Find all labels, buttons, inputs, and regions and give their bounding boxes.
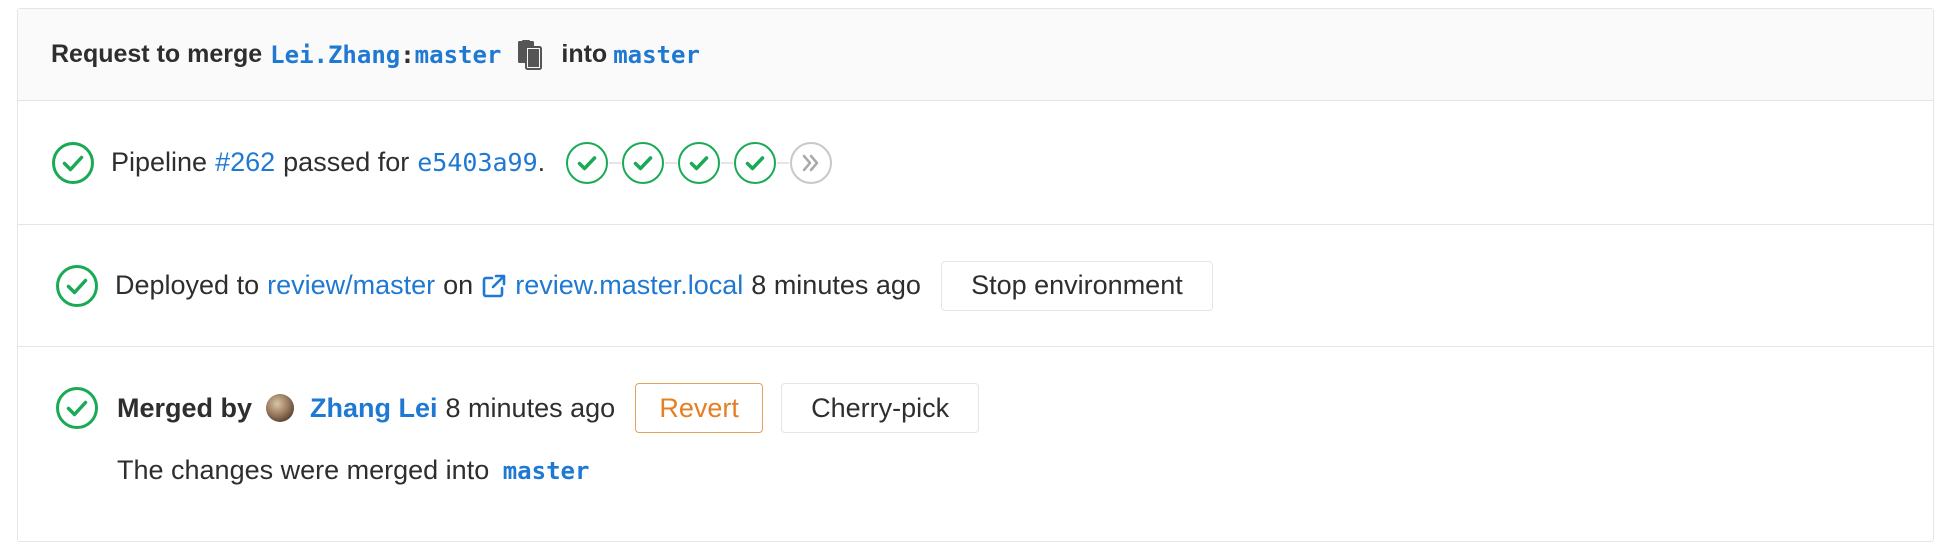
environment-url-link[interactable]: review.master.local	[515, 270, 743, 301]
pipeline-row: Pipeline #262 passed for e5403a99.	[18, 101, 1933, 225]
merged-row: Merged by Zhang Lei 8 minutes ago Revert…	[18, 347, 1933, 541]
merge-note-text: The changes were merged into	[117, 455, 490, 485]
target-branch-link[interactable]: master	[613, 41, 700, 69]
merge-note: The changes were merged into master	[117, 455, 589, 486]
stage-success-icon[interactable]	[677, 141, 721, 185]
pipeline-period: .	[537, 147, 546, 177]
stage-success-icon[interactable]	[565, 141, 609, 185]
stage-success-icon[interactable]	[733, 141, 777, 185]
stage-connector	[721, 161, 734, 164]
commit-sha-link[interactable]: e5403a99	[417, 148, 537, 177]
pipeline-stages	[565, 141, 833, 185]
stage-success-icon[interactable]	[621, 141, 665, 185]
stage-connector	[777, 161, 790, 164]
deploy-prefix: Deployed to	[115, 270, 260, 300]
merge-request-widget: Request to merge Lei.Zhang: master into m…	[17, 8, 1934, 542]
mr-widget-header: Request to merge Lei.Zhang: master into m…	[18, 9, 1933, 101]
header-prefix: Request to merge	[51, 40, 263, 68]
success-check-icon	[56, 264, 98, 307]
merged-line: Merged by Zhang Lei 8 minutes ago Revert…	[55, 383, 980, 433]
source-branch-link[interactable]: master	[415, 41, 502, 69]
into-text: into	[561, 40, 608, 68]
source-user-link[interactable]: Lei.Zhang	[270, 41, 400, 69]
pipeline-label: Pipeline	[111, 147, 208, 177]
merged-by-label: Merged by	[117, 392, 253, 423]
stage-skipped-icon[interactable]	[789, 141, 833, 185]
stage-connector	[609, 161, 622, 164]
environment-link[interactable]: review/master	[267, 270, 435, 301]
cherry-pick-button[interactable]: Cherry-pick	[781, 383, 980, 433]
pipeline-id-link[interactable]: #262	[215, 147, 275, 178]
clipboard-icon[interactable]	[517, 39, 543, 70]
deploy-time: 8 minutes ago	[751, 270, 921, 300]
stage-connector	[665, 161, 678, 164]
avatar[interactable]	[266, 394, 295, 422]
deployment-row: Deployed to review/master on review.mast…	[18, 225, 1933, 347]
revert-button[interactable]: Revert	[635, 383, 764, 433]
stop-environment-button[interactable]: Stop environment	[940, 260, 1213, 311]
external-link-icon[interactable]	[481, 273, 507, 299]
pipeline-passed-text: passed for	[283, 147, 410, 177]
branch-separator: :	[400, 40, 415, 69]
deploy-on-text: on	[443, 270, 474, 300]
merged-user-link[interactable]: Zhang Lei	[310, 393, 438, 424]
merged-time: 8 minutes ago	[445, 392, 616, 423]
merged-target-branch-link[interactable]: master	[503, 457, 590, 485]
success-check-icon[interactable]	[51, 141, 95, 185]
success-check-icon	[56, 387, 98, 429]
